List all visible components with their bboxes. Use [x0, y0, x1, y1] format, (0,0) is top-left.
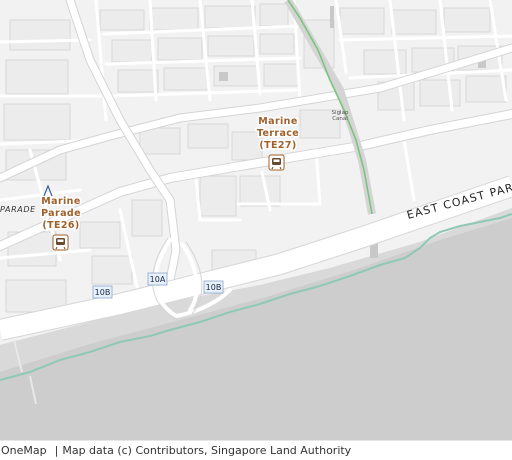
canal-label-line2: Canal — [332, 116, 348, 122]
exit-label: 10A — [150, 275, 166, 284]
mrt-station-icon[interactable] — [268, 154, 285, 171]
exit-marker-10b-west[interactable]: 10B — [92, 285, 113, 299]
attribution-separator: | — [54, 444, 59, 457]
parade-road-label: PARADE — [0, 205, 36, 214]
station-name-line2: Parade — [41, 208, 81, 219]
attribution-text: Map data (c) Contributors, Singapore Lan… — [62, 444, 352, 457]
exit-label: 10B — [206, 283, 222, 292]
exit-marker-10a[interactable]: 10A — [147, 272, 168, 286]
map-canvas[interactable]: EAST COAST PAR PARADE Siglap Canal Marin… — [0, 0, 512, 440]
attribution-brand[interactable]: OneMap — [1, 444, 47, 457]
station-name-line1: Marine — [258, 116, 297, 127]
map-attribution: OneMap | Map data (c) Contributors, Singap… — [0, 440, 512, 460]
exit-marker-10b-east[interactable]: 10B — [203, 280, 224, 294]
exit-label: 10B — [95, 288, 111, 297]
station-name-line1: Marine — [41, 196, 80, 207]
station-name-line2: Terrace — [257, 128, 299, 139]
map-view[interactable]: EAST COAST PAR PARADE Siglap Canal Marin… — [0, 0, 512, 440]
mrt-station-icon[interactable] — [52, 234, 69, 251]
station-code: (TE27) — [259, 140, 296, 151]
station-code: (TE26) — [42, 220, 79, 231]
